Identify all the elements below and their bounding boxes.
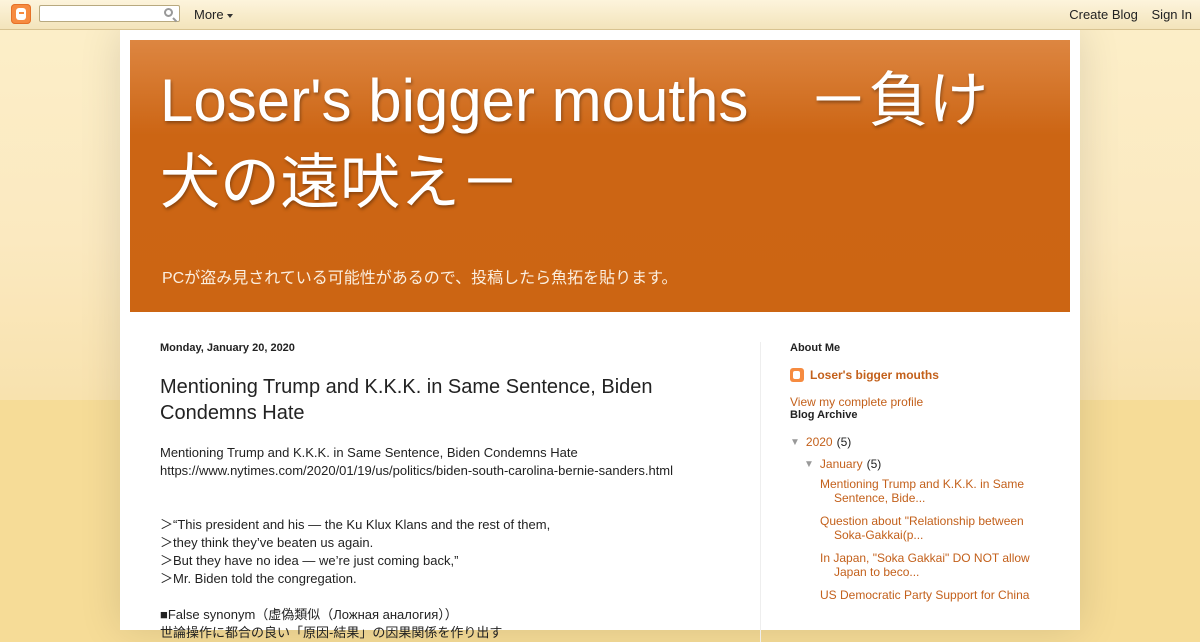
- main-column: Monday, January 20, 2020 Mentioning Trum…: [160, 342, 720, 642]
- post-title[interactable]: Mentioning Trump and K.K.K. in Same Sent…: [160, 374, 720, 426]
- blog-description: PCが盗み見されている可能性があるので、投稿したら魚拓を貼ります。: [162, 270, 678, 287]
- sign-in-link[interactable]: Sign In: [1152, 7, 1192, 22]
- sidebar: About Me Loser's bigger mouths View my c…: [790, 342, 1050, 611]
- blog-title-line1: Loser's bigger mouths －負け: [160, 67, 989, 134]
- archive-post-link[interactable]: US Democratic Party Support for China: [820, 588, 1050, 602]
- archive-post-line1: Question about "Relationship between: [820, 514, 1024, 528]
- archive-post-line1: US Democratic Party Support for China: [820, 588, 1030, 602]
- post-line: ＞But they have no idea — we’re just comi…: [160, 553, 459, 568]
- archive-post-line2: Soka-Gakkai(p...: [834, 528, 924, 542]
- triangle-down-icon[interactable]: ▼: [790, 437, 800, 448]
- post-line: ＞they think they’ve beaten us again.: [160, 535, 374, 550]
- archive-post-line2: Japan to beco...: [834, 565, 920, 579]
- post-line: ＞Mr. Biden told the congregation.: [160, 571, 357, 586]
- archive-post-link[interactable]: Mentioning Trump and K.K.K. in Same Sente…: [820, 477, 1050, 505]
- more-menu-button[interactable]: More: [194, 7, 233, 22]
- profile-row: Loser's bigger mouths: [790, 368, 1050, 382]
- archive-heading: Blog Archive: [790, 409, 858, 421]
- archive-year-link[interactable]: 2020: [806, 435, 833, 449]
- blogger-navbar: More Create Blog Sign In: [0, 0, 1200, 30]
- archive-month-link[interactable]: January: [820, 457, 863, 471]
- column-divider: [760, 342, 761, 642]
- post-line: ​: [160, 480, 720, 498]
- post-line: Mentioning Trump and K.K.K. in Same Sent…: [160, 445, 578, 460]
- post-line: ＞“This president and his — the Ku Klux K…: [160, 517, 551, 532]
- archive-post-link[interactable]: Question about "Relationship between Soka…: [820, 514, 1050, 542]
- more-label: More: [194, 7, 224, 22]
- post-link[interactable]: https://www.nytimes.com/2020/01/19/us/po…: [160, 462, 720, 480]
- post-line: 世論操作に都合の良い「原因-結果」の因果関係を作り出す: [160, 625, 503, 640]
- archive-post-line1: In Japan, "Soka Gakkai" DO NOT allow: [820, 551, 1030, 565]
- archive-month-count: (5): [866, 457, 882, 471]
- triangle-down-icon[interactable]: ▼: [804, 459, 814, 470]
- archive-post-line2: Sentence, Bide...: [834, 491, 926, 505]
- about-heading: About Me: [790, 342, 841, 354]
- blog-title-line2: 犬の遠吠え－: [160, 149, 520, 216]
- archive-post-line1: Mentioning Trump and K.K.K. in Same: [820, 477, 1025, 491]
- archive-month: ▼ January (5): [804, 457, 1050, 471]
- archive-year-count: (5): [836, 435, 852, 449]
- post-date: Monday, January 20, 2020: [160, 342, 295, 354]
- archive-year: ▼ 2020 (5): [790, 435, 1050, 449]
- post-line: ​: [160, 498, 720, 516]
- content-outer: Loser's bigger mouths －負け 犬の遠吠え－ PCが盗み見さ…: [120, 29, 1080, 642]
- blog-title[interactable]: Loser's bigger mouths －負け 犬の遠吠え－: [160, 60, 1040, 224]
- blogger-profile-icon: [790, 368, 804, 382]
- archive-post-list: Mentioning Trump and K.K.K. in Same Sente…: [820, 477, 1050, 602]
- search-icon[interactable]: [164, 8, 173, 17]
- blogger-icon[interactable]: [11, 4, 31, 24]
- create-blog-link[interactable]: Create Blog: [1069, 7, 1138, 22]
- search-input[interactable]: [39, 5, 180, 22]
- archive-post-link[interactable]: In Japan, "Soka Gakkai" DO NOT allow Japa…: [820, 551, 1050, 579]
- post-body: Mentioning Trump and K.K.K. in Same Sent…: [160, 444, 720, 642]
- blog-header: Loser's bigger mouths －負け 犬の遠吠え－ PCが盗み見さ…: [130, 40, 1070, 312]
- profile-name-link[interactable]: Loser's bigger mouths: [810, 368, 939, 382]
- view-profile-link[interactable]: View my complete profile: [790, 395, 1050, 409]
- post-line: ■False synonym（虚偽類似（Ложная аналогия））: [160, 607, 458, 622]
- post-line: ​: [160, 588, 720, 606]
- caret-down-icon: [226, 13, 233, 18]
